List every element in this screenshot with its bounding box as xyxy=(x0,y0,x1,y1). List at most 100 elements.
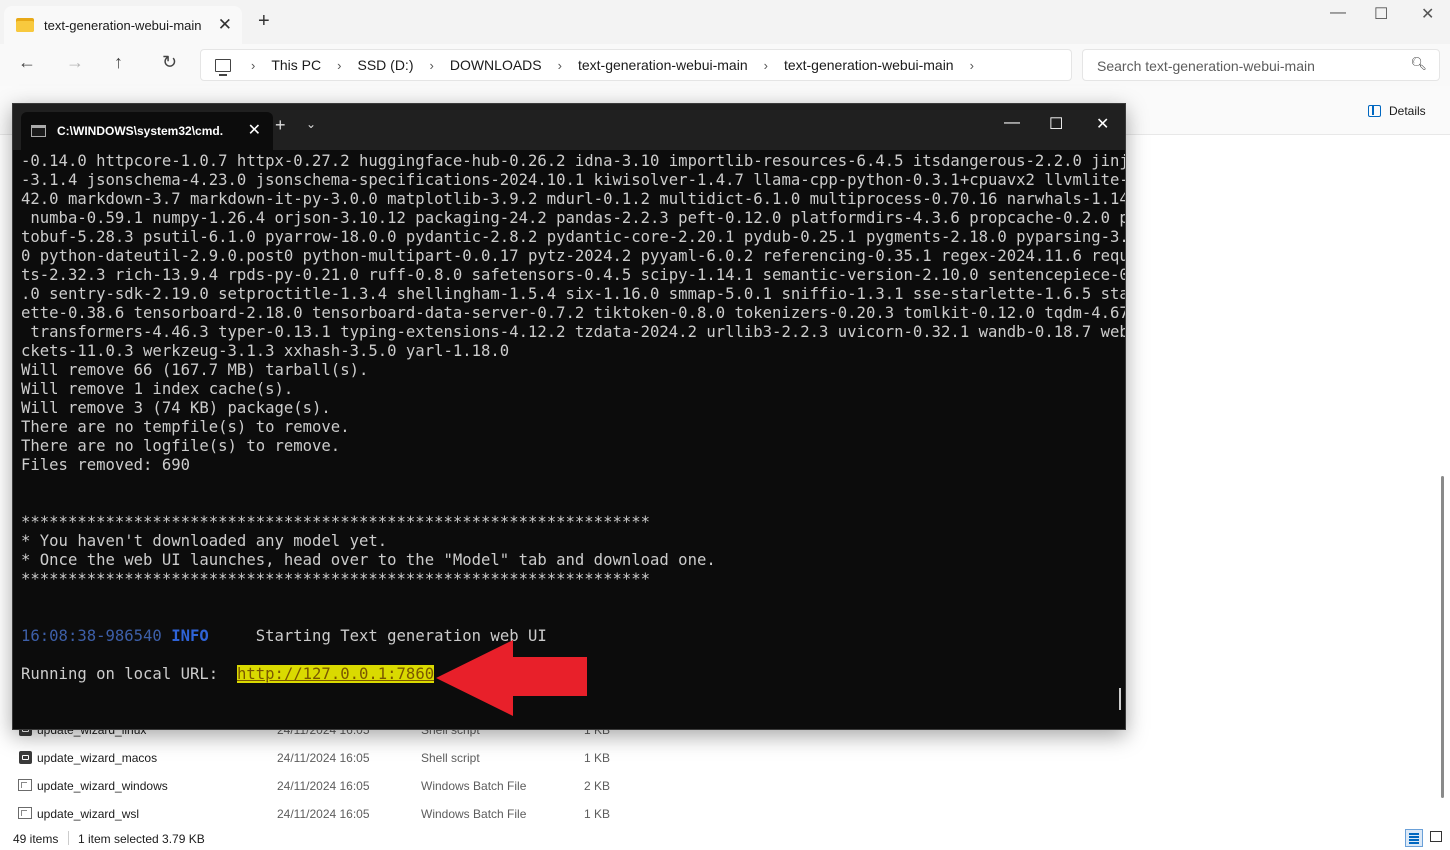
monitor-icon[interactable] xyxy=(215,58,231,76)
terminal-tab-title: C:\WINDOWS\system32\cmd. xyxy=(57,124,224,138)
status-divider xyxy=(68,831,69,845)
item-count: 49 items xyxy=(13,832,59,846)
address-bar[interactable]: › This PC › SSD (D:) › DOWNLOADS › text-… xyxy=(200,49,1072,81)
terminal-line: Will remove 66 (167.7 MB) tarball(s). xyxy=(21,361,369,379)
file-row[interactable]: update_wizard_windows 24/11/2024 16:05 W… xyxy=(0,772,1440,800)
file-row[interactable]: update_wizard_macos 24/11/2024 16:05 She… xyxy=(0,744,1440,772)
close-tab-icon[interactable]: ✕ xyxy=(248,120,261,140)
breadcrumb-separator[interactable]: › xyxy=(429,58,433,73)
terminal-line: There are no tempfile(s) to remove. xyxy=(21,418,350,436)
terminal-line: Will remove 3 (74 KB) package(s). xyxy=(21,399,331,417)
breadcrumb-this-pc[interactable]: This PC xyxy=(271,57,321,73)
log-level: INFO xyxy=(171,627,209,645)
file-date: 24/11/2024 16:05 xyxy=(277,807,370,821)
terminal-line: ****************************************… xyxy=(21,570,651,588)
terminal-line: ckets-11.0.3 werkzeug-3.1.3 xxhash-3.5.0… xyxy=(21,342,510,360)
search-placeholder: Search text-generation-webui-main xyxy=(1097,58,1315,74)
refresh-icon[interactable]: ↻ xyxy=(162,52,177,73)
breadcrumb-folder-current[interactable]: text-generation-webui-main xyxy=(784,57,954,73)
terminal-window[interactable]: C:\WINDOWS\system32\cmd. ✕ + ⌄ — ☐ ✕ -0.… xyxy=(12,103,1126,730)
close-window-button[interactable]: ✕ xyxy=(1096,114,1109,134)
terminal-line: There are no logfile(s) to remove. xyxy=(21,437,341,455)
maximize-button[interactable]: ☐ xyxy=(1049,114,1063,134)
explorer-scrollbar[interactable] xyxy=(1441,476,1444,798)
selection-info: 1 item selected 3.79 KB xyxy=(78,832,205,846)
forward-arrow-icon[interactable]: → xyxy=(66,52,84,73)
terminal-line: numba-0.59.1 numpy-1.26.4 orjson-3.10.12… xyxy=(21,209,1126,227)
log-timestamp: 16:08:38-986540 xyxy=(21,627,162,645)
breadcrumb-drive[interactable]: SSD (D:) xyxy=(357,57,413,73)
status-bar: 49 items 1 item selected 3.79 KB xyxy=(0,826,1450,850)
terminal-line: transformers-4.46.3 typer-0.13.1 typing-… xyxy=(21,323,1126,341)
url-prefix: Running on local URL: xyxy=(21,665,237,683)
terminal-line: * Once the web UI launches, head over to… xyxy=(21,551,716,569)
file-size: 2 KB xyxy=(584,779,611,793)
details-pane-icon xyxy=(1368,105,1381,117)
breadcrumb-separator[interactable]: › xyxy=(558,58,562,73)
terminal-line: 42.0 markdown-3.7 markdown-it-py-3.0.0 m… xyxy=(21,190,1126,208)
file-size: 1 KB xyxy=(584,807,611,821)
file-date: 24/11/2024 16:05 xyxy=(277,779,370,793)
breadcrumb-downloads[interactable]: DOWNLOADS xyxy=(450,57,542,73)
terminal-line: ****************************************… xyxy=(21,513,651,531)
details-button[interactable]: Details xyxy=(1368,104,1426,118)
search-icon[interactable]: 🔍︎ xyxy=(1410,56,1427,72)
minimize-button[interactable]: — xyxy=(1330,4,1346,22)
breadcrumb-separator[interactable]: › xyxy=(251,58,255,73)
breadcrumb-folder-parent[interactable]: text-generation-webui-main xyxy=(578,57,748,73)
local-url-link[interactable]: http://127.0.0.1:7860 xyxy=(236,665,435,683)
breadcrumb-separator[interactable]: › xyxy=(764,58,768,73)
close-window-button[interactable]: ✕ xyxy=(1421,4,1434,24)
red-arrow-annotation xyxy=(436,640,587,716)
explorer-tab[interactable]: text-generation-webui-main ✕ xyxy=(4,6,242,44)
terminal-tab[interactable]: C:\WINDOWS\system32\cmd. ✕ xyxy=(21,112,273,150)
tiles-view-icon[interactable] xyxy=(1430,831,1442,842)
close-tab-icon[interactable]: ✕ xyxy=(218,15,232,35)
details-label: Details xyxy=(1389,104,1426,118)
back-arrow-icon[interactable]: ← xyxy=(18,52,36,73)
batch-file-icon xyxy=(18,779,32,791)
file-name: update_wizard_windows xyxy=(37,779,168,793)
log-gap xyxy=(162,627,171,645)
file-size: 1 KB xyxy=(584,751,611,765)
explorer-navbar: ← → ↑ ↻ › This PC › SSD (D:) › DOWNLOADS… xyxy=(0,44,1450,86)
breadcrumb-separator[interactable]: › xyxy=(970,58,974,73)
batch-file-icon xyxy=(18,807,32,819)
terminal-line: tobuf-5.28.3 psutil-6.1.0 pyarrow-18.0.0… xyxy=(21,228,1126,246)
new-tab-button[interactable]: + xyxy=(275,115,286,136)
details-view-icon[interactable] xyxy=(1405,829,1423,847)
terminal-output: -0.14.0 httpcore-1.0.7 httpx-0.27.2 hugg… xyxy=(21,152,1126,684)
shell-script-icon xyxy=(19,751,32,764)
file-name: update_wizard_macos xyxy=(37,751,158,765)
terminal-line: ette-0.38.6 tensorboard-2.18.0 tensorboa… xyxy=(21,304,1126,322)
chevron-down-icon[interactable]: ⌄ xyxy=(306,117,316,131)
file-row[interactable]: update_wizard_wsl 24/11/2024 16:05 Windo… xyxy=(0,800,1440,828)
search-input[interactable]: Search text-generation-webui-main 🔍︎ xyxy=(1082,49,1440,81)
terminal-line: .0 sentry-sdk-2.19.0 setproctitle-1.3.4 … xyxy=(21,285,1126,303)
terminal-line: * You haven't downloaded any model yet. xyxy=(21,532,388,550)
terminal-line: ts-2.32.3 rich-13.9.4 rpds-py-0.21.0 ruf… xyxy=(21,266,1126,284)
maximize-button[interactable]: ☐ xyxy=(1374,4,1388,24)
file-type: Windows Batch File xyxy=(421,807,527,821)
file-name: update_wizard_wsl xyxy=(37,807,140,821)
explorer-tab-title: text-generation-webui-main xyxy=(44,17,202,33)
up-arrow-icon[interactable]: ↑ xyxy=(114,52,123,73)
terminal-line: Files removed: 690 xyxy=(21,456,190,474)
breadcrumb-separator[interactable]: › xyxy=(337,58,341,73)
cmd-icon xyxy=(31,125,46,137)
terminal-scrollbar[interactable] xyxy=(1119,688,1121,710)
folder-icon xyxy=(16,18,34,32)
terminal-line: 0 python-dateutil-2.9.0.post0 python-mul… xyxy=(21,247,1126,265)
terminal-titlebar: C:\WINDOWS\system32\cmd. ✕ + ⌄ — ☐ ✕ xyxy=(13,104,1125,150)
terminal-line: -0.14.0 httpcore-1.0.7 httpx-0.27.2 hugg… xyxy=(21,152,1126,170)
file-date: 24/11/2024 16:05 xyxy=(277,751,370,765)
file-type: Shell script xyxy=(421,751,480,765)
explorer-titlebar: text-generation-webui-main ✕ + — ☐ ✕ xyxy=(0,0,1450,44)
new-tab-button[interactable]: + xyxy=(258,10,270,33)
minimize-button[interactable]: — xyxy=(1004,114,1020,132)
file-type: Windows Batch File xyxy=(421,779,527,793)
